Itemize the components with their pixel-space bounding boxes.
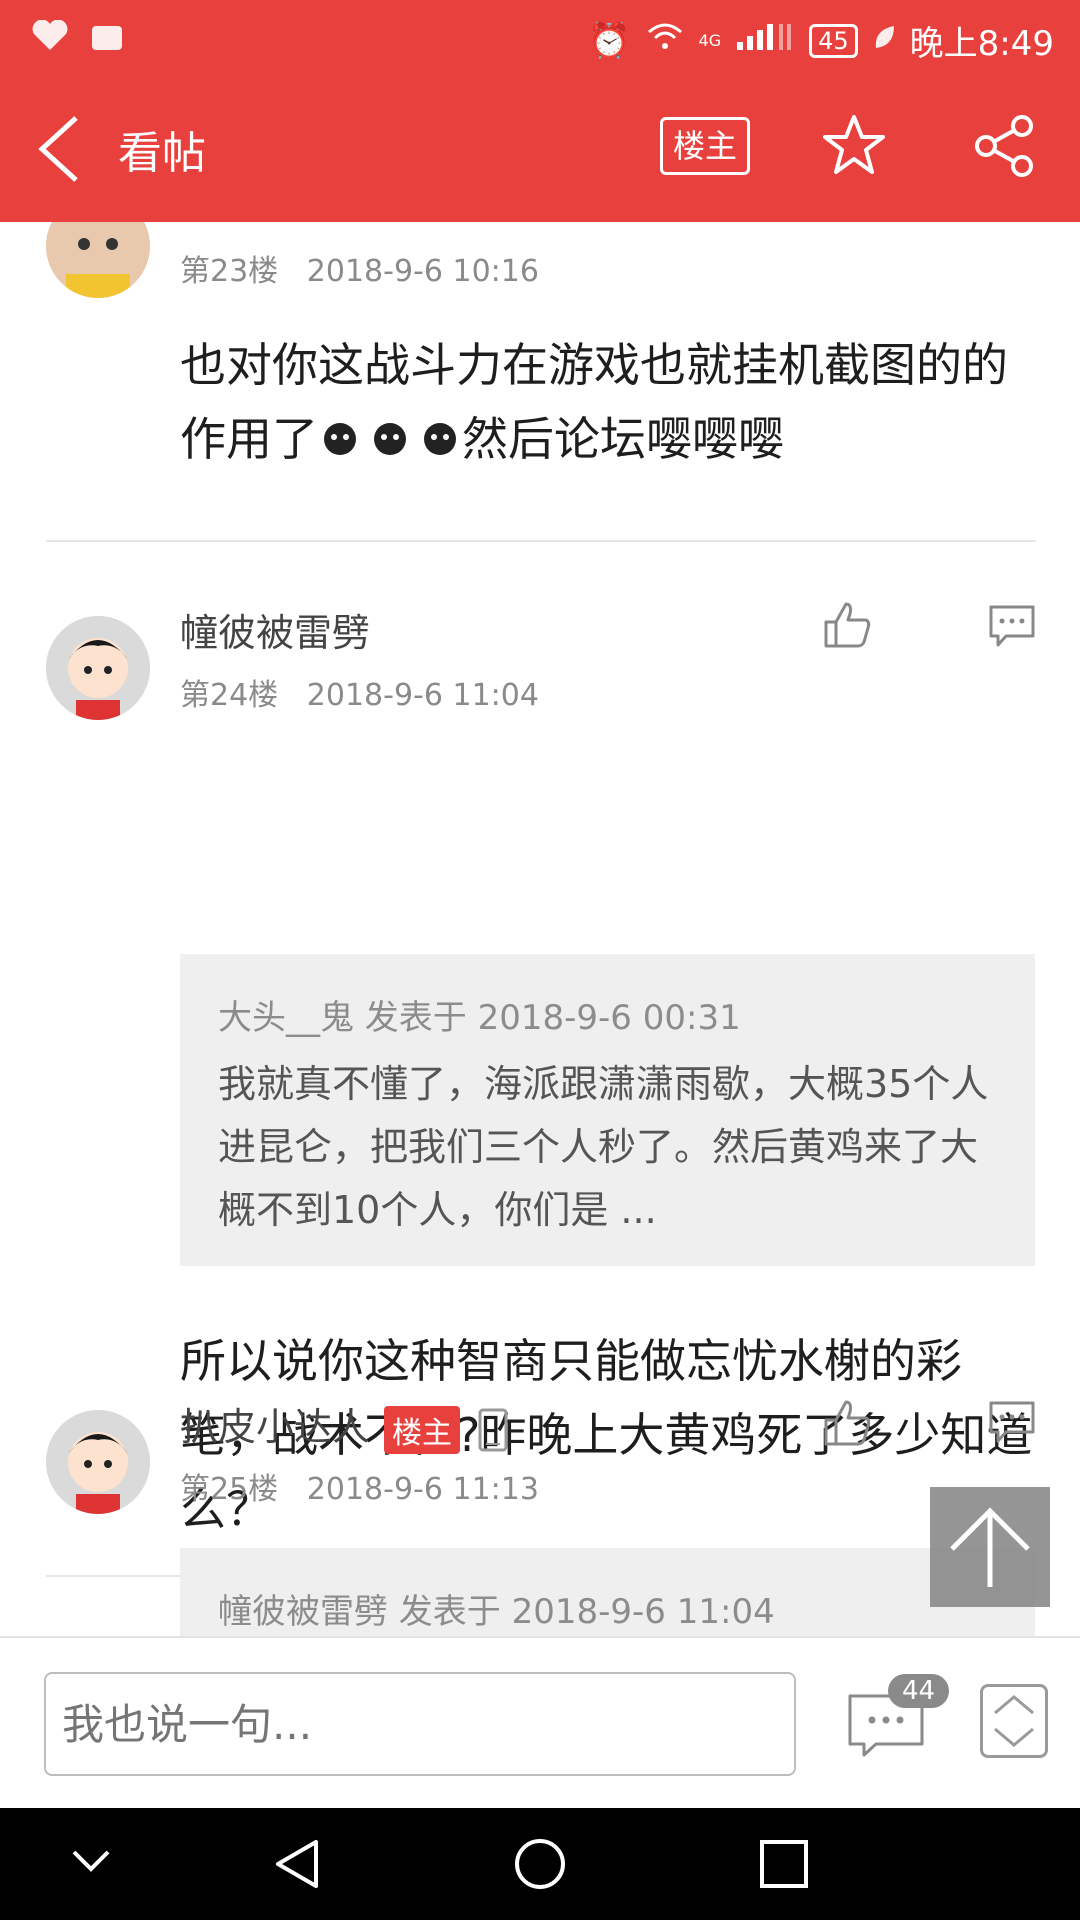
network-type: 4G (698, 31, 722, 50)
nav-home-icon[interactable] (512, 1836, 568, 1892)
clock: 晚上8:49 (909, 24, 1054, 64)
avatar[interactable] (46, 616, 150, 720)
thumbs-up-icon[interactable] (822, 1398, 872, 1448)
quote-box[interactable]: 大头__鬼 发表于 2018-9-6 00:31 我就真不懂了，海派跟潇潇雨歇，… (180, 954, 1035, 1266)
status-bar: ⏰ 4G 45 晚上8:49 (0, 0, 1080, 72)
quote-meta: 大头__鬼 发表于 2018-9-6 00:31 (218, 998, 741, 1038)
post-meta: 第25楼 2018-9-6 11:13 (180, 1464, 539, 1508)
floor-number: 第23楼 (180, 254, 279, 289)
favorite-star-icon[interactable] (823, 114, 885, 176)
post-list[interactable]: 第23楼 2018-9-6 10:16 也对你这战斗力在游戏也就挂机截图的的作用… (0, 222, 1080, 1636)
reply-comment-icon[interactable] (988, 1400, 1036, 1444)
app-header: 看帖 楼主 (0, 72, 1080, 222)
alarm-icon: ⏰ (588, 20, 631, 61)
author-line: 扒皮小达人 楼主 (180, 1396, 508, 1454)
reply-comment-icon[interactable] (988, 604, 1036, 648)
post-meta: 第23楼 2018-9-6 10:16 (180, 246, 539, 290)
quote-box[interactable]: 幢彼被雷劈 发表于 2018-9-6 11:04 (180, 1548, 1035, 1636)
reply-input[interactable] (44, 1672, 796, 1776)
system-navigation-bar (0, 1808, 1080, 1920)
thumbs-up-icon[interactable] (822, 600, 872, 650)
comments-count-badge: 44 (888, 1674, 950, 1708)
chevron-down-icon[interactable] (66, 1836, 116, 1886)
up-down-chevron-icon (994, 1695, 1034, 1747)
nav-recents-icon[interactable] (756, 1836, 812, 1892)
reply-bar: 44 (0, 1636, 1080, 1808)
wifi-icon (645, 20, 685, 61)
scroll-to-top-button[interactable] (930, 1487, 1050, 1607)
post-date: 2018-9-6 11:13 (306, 1472, 539, 1507)
nav-back-icon[interactable] (270, 1836, 326, 1892)
share-icon[interactable] (972, 114, 1036, 178)
leaf-icon (872, 21, 896, 61)
author-name[interactable]: 扒皮小达人 (180, 1405, 370, 1449)
signal-icon (735, 20, 795, 61)
avatar[interactable] (46, 222, 150, 298)
quote-text: 我就真不懂了，海派跟潇潇雨歇，大概35个人进昆仑，把我们三个人秒了。然后黄鸡来了… (218, 1062, 989, 1232)
post-body: 也对你这战斗力在游戏也就挂机截图的的作用了 然后论坛嘤嘤嘤 (180, 328, 1040, 480)
op-only-button[interactable]: 楼主 (660, 117, 750, 175)
huawei-store-icon (92, 26, 122, 50)
quote-meta: 幢彼被雷劈 发表于 2018-9-6 11:04 (218, 1592, 775, 1632)
post-date: 2018-9-6 11:04 (306, 678, 539, 713)
post-body-text-tail: 然后论坛嘤嘤嘤 (462, 412, 784, 466)
author-name[interactable]: 幢彼被雷劈 (180, 602, 370, 657)
post-date: 2018-9-6 10:16 (306, 254, 539, 289)
floor-number: 第25楼 (180, 1472, 279, 1507)
arrow-up-icon (950, 1507, 1030, 1587)
health-icon (32, 20, 68, 50)
page-title: 看帖 (118, 128, 206, 179)
back-arrow-icon[interactable] (36, 114, 84, 184)
battery-indicator: 45 (809, 23, 858, 58)
divider (46, 540, 1036, 542)
floor-number: 第24楼 (180, 678, 279, 713)
mobile-device-icon (478, 1408, 508, 1451)
post-meta: 第24楼 2018-9-6 11:04 (180, 670, 539, 714)
op-badge: 楼主 (384, 1405, 461, 1454)
avatar[interactable] (46, 1410, 150, 1514)
jump-floor-button[interactable] (980, 1684, 1048, 1758)
emoji-icon (318, 406, 462, 480)
